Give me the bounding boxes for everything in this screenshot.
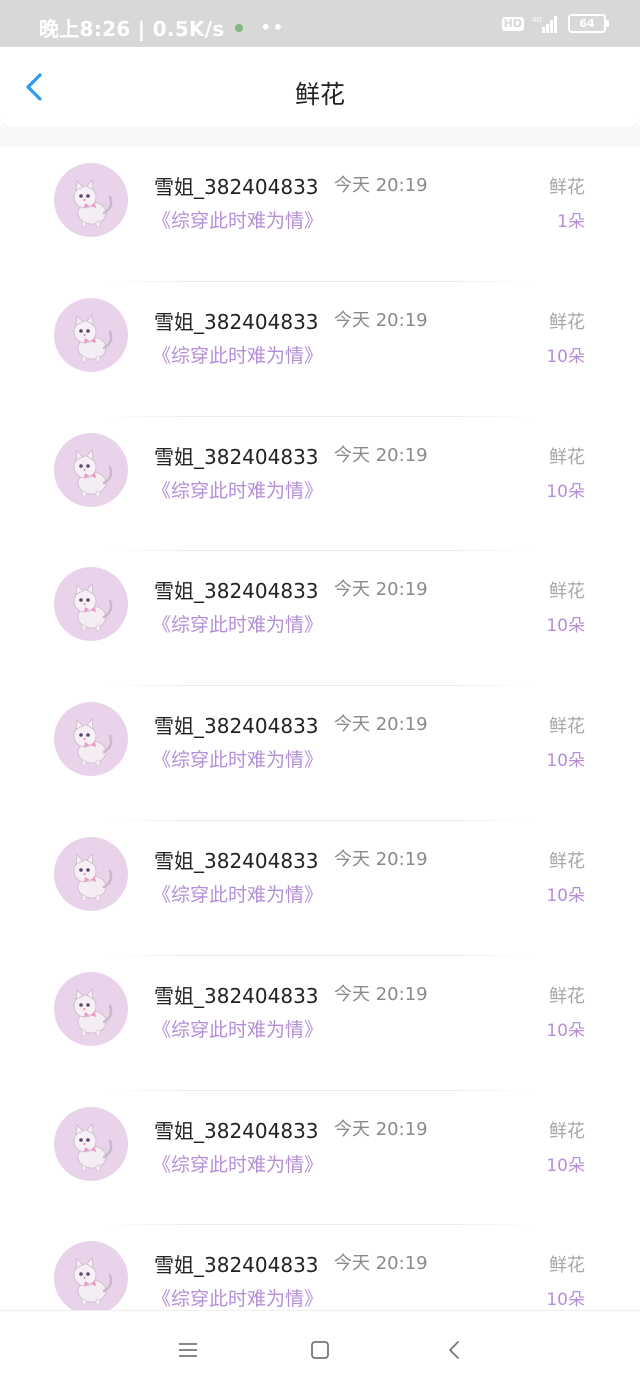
timestamp: 今天 20:19 — [334, 848, 428, 870]
gift-type: 鲜花 — [549, 985, 585, 1007]
list-item[interactable]: 雪姐_382404833 今天 20:19 《综穿此时难为情》 鲜花 1朵 — [0, 147, 640, 282]
user-name: 雪姐_382404833 — [154, 579, 319, 604]
book-title-link[interactable]: 《综穿此时难为情》 — [152, 880, 323, 907]
book-title-link[interactable]: 《综穿此时难为情》 — [152, 341, 323, 368]
cat-avatar-icon — [73, 852, 113, 902]
timestamp: 今天 20:19 — [334, 444, 428, 466]
gift-type: 鲜花 — [549, 446, 585, 468]
battery-icon: 64 — [568, 14, 609, 33]
gift-count: 10朵 — [546, 481, 585, 502]
gift-type: 鲜花 — [549, 850, 585, 872]
timestamp: 今天 20:19 — [334, 1118, 428, 1140]
system-nav-bar — [0, 1310, 640, 1388]
header-gap — [0, 127, 640, 147]
avatar[interactable] — [54, 163, 128, 237]
gift-type: 鲜花 — [549, 581, 585, 603]
gift-type: 鲜花 — [549, 1255, 585, 1277]
battery-level: 64 — [579, 17, 595, 30]
avatar[interactable] — [54, 836, 128, 911]
cat-avatar-icon — [73, 1122, 113, 1171]
timestamp: 今天 20:19 — [334, 175, 428, 196]
gift-count: 10朵 — [546, 885, 585, 906]
list-item[interactable]: 雪姐_382404833 今天 20:19 《综穿此时难为情》 鲜花 10朵 — [0, 821, 640, 956]
timestamp: 今天 20:19 — [334, 983, 428, 1005]
signal-icon: 4G — [532, 15, 557, 33]
avatar[interactable] — [54, 297, 128, 372]
cat-avatar-icon — [73, 179, 113, 228]
book-title-link[interactable]: 《综穿此时难为情》 — [152, 476, 323, 503]
more-notifications-icon: •• — [260, 18, 286, 37]
gift-count: 10朵 — [546, 1155, 585, 1176]
user-name: 雪姐_382404833 — [154, 1253, 319, 1278]
gift-count: 10朵 — [546, 616, 585, 637]
list-item[interactable]: 雪姐_382404833 今天 20:19 《综穿此时难为情》 鲜花 10朵 — [0, 956, 640, 1091]
book-title-link[interactable]: 《综穿此时难为情》 — [152, 1284, 323, 1311]
cat-avatar-icon — [73, 448, 113, 497]
avatar[interactable] — [54, 971, 128, 1046]
system-back-button[interactable] — [440, 1335, 470, 1365]
avatar[interactable] — [54, 1106, 128, 1181]
back-arrow-icon — [449, 1341, 459, 1359]
menu-button[interactable] — [173, 1335, 203, 1365]
gift-type: 鲜花 — [549, 311, 585, 333]
timestamp: 今天 20:19 — [334, 579, 428, 601]
status-bar: 晚上8:26 | 0.5K/s •• HD 4G 64 — [0, 0, 640, 47]
avatar[interactable] — [54, 1241, 128, 1316]
hd-voice-icon: HD — [501, 16, 524, 31]
cat-avatar-icon — [73, 583, 113, 632]
timestamp: 今天 20:19 — [334, 714, 428, 736]
network-type-label: 4G — [532, 16, 542, 24]
book-title-link[interactable]: 《综穿此时难为情》 — [152, 1015, 323, 1042]
cat-avatar-icon — [73, 987, 113, 1037]
user-name: 雪姐_382404833 — [154, 309, 319, 334]
book-title-link[interactable]: 《综穿此时难为情》 — [152, 206, 323, 233]
list-item[interactable]: 雪姐_382404833 今天 20:19 《综穿此时难为情》 鲜花 10朵 — [0, 417, 640, 552]
gift-count: 10朵 — [546, 1290, 585, 1311]
page-title: 鲜花 — [294, 80, 345, 109]
status-time-speed: 晚上8:26 | 0.5K/s — [39, 17, 225, 41]
menu-icon — [179, 1343, 197, 1357]
gift-count: 10朵 — [546, 346, 585, 367]
list-item[interactable]: 雪姐_382404833 今天 20:19 《综穿此时难为情》 鲜花 10朵 — [0, 686, 640, 821]
status-right: HD 4G 64 — [501, 14, 609, 33]
avatar[interactable] — [54, 567, 128, 642]
book-title-link[interactable]: 《综穿此时难为情》 — [152, 610, 323, 637]
user-name: 雪姐_382404833 — [154, 848, 319, 873]
book-title-link[interactable]: 《综穿此时难为情》 — [152, 745, 323, 772]
list-item[interactable]: 雪姐_382404833 今天 20:19 《综穿此时难为情》 鲜花 10朵 — [0, 551, 640, 687]
cat-avatar-icon — [73, 1257, 113, 1306]
user-name: 雪姐_382404833 — [154, 983, 319, 1008]
user-name: 雪姐_382404833 — [154, 1118, 319, 1143]
list-item[interactable]: 雪姐_382404833 今天 20:19 《综穿此时难为情》 鲜花 10朵 — [0, 282, 640, 417]
app-notification-icon — [234, 23, 243, 32]
avatar[interactable] — [54, 702, 128, 777]
cat-avatar-icon — [73, 313, 113, 363]
gift-count: 10朵 — [546, 751, 585, 772]
gift-type: 鲜花 — [549, 177, 585, 198]
timestamp: 今天 20:19 — [334, 1253, 428, 1275]
home-button[interactable] — [305, 1335, 335, 1365]
home-square-icon — [311, 1341, 329, 1359]
avatar[interactable] — [54, 432, 128, 507]
user-name: 雪姐_382404833 — [154, 175, 319, 199]
book-title-link[interactable]: 《综穿此时难为情》 — [152, 1150, 323, 1177]
gift-count: 10朵 — [546, 1020, 585, 1041]
gift-record-list: 雪姐_382404833 今天 20:19 《综穿此时难为情》 鲜花 1朵 雪姐… — [0, 147, 640, 1361]
gift-type: 鲜花 — [549, 716, 585, 738]
gift-count: 1朵 — [557, 212, 585, 232]
cat-avatar-icon — [73, 718, 113, 767]
user-name: 雪姐_382404833 — [154, 714, 319, 739]
list-item[interactable]: 雪姐_382404833 今天 20:19 《综穿此时难为情》 鲜花 10朵 — [0, 1091, 640, 1226]
user-name: 雪姐_382404833 — [154, 444, 319, 469]
timestamp: 今天 20:19 — [334, 309, 428, 331]
gift-type: 鲜花 — [549, 1120, 585, 1142]
status-left: 晚上8:26 | 0.5K/s •• — [39, 13, 285, 42]
header: 鲜花 — [0, 47, 640, 128]
